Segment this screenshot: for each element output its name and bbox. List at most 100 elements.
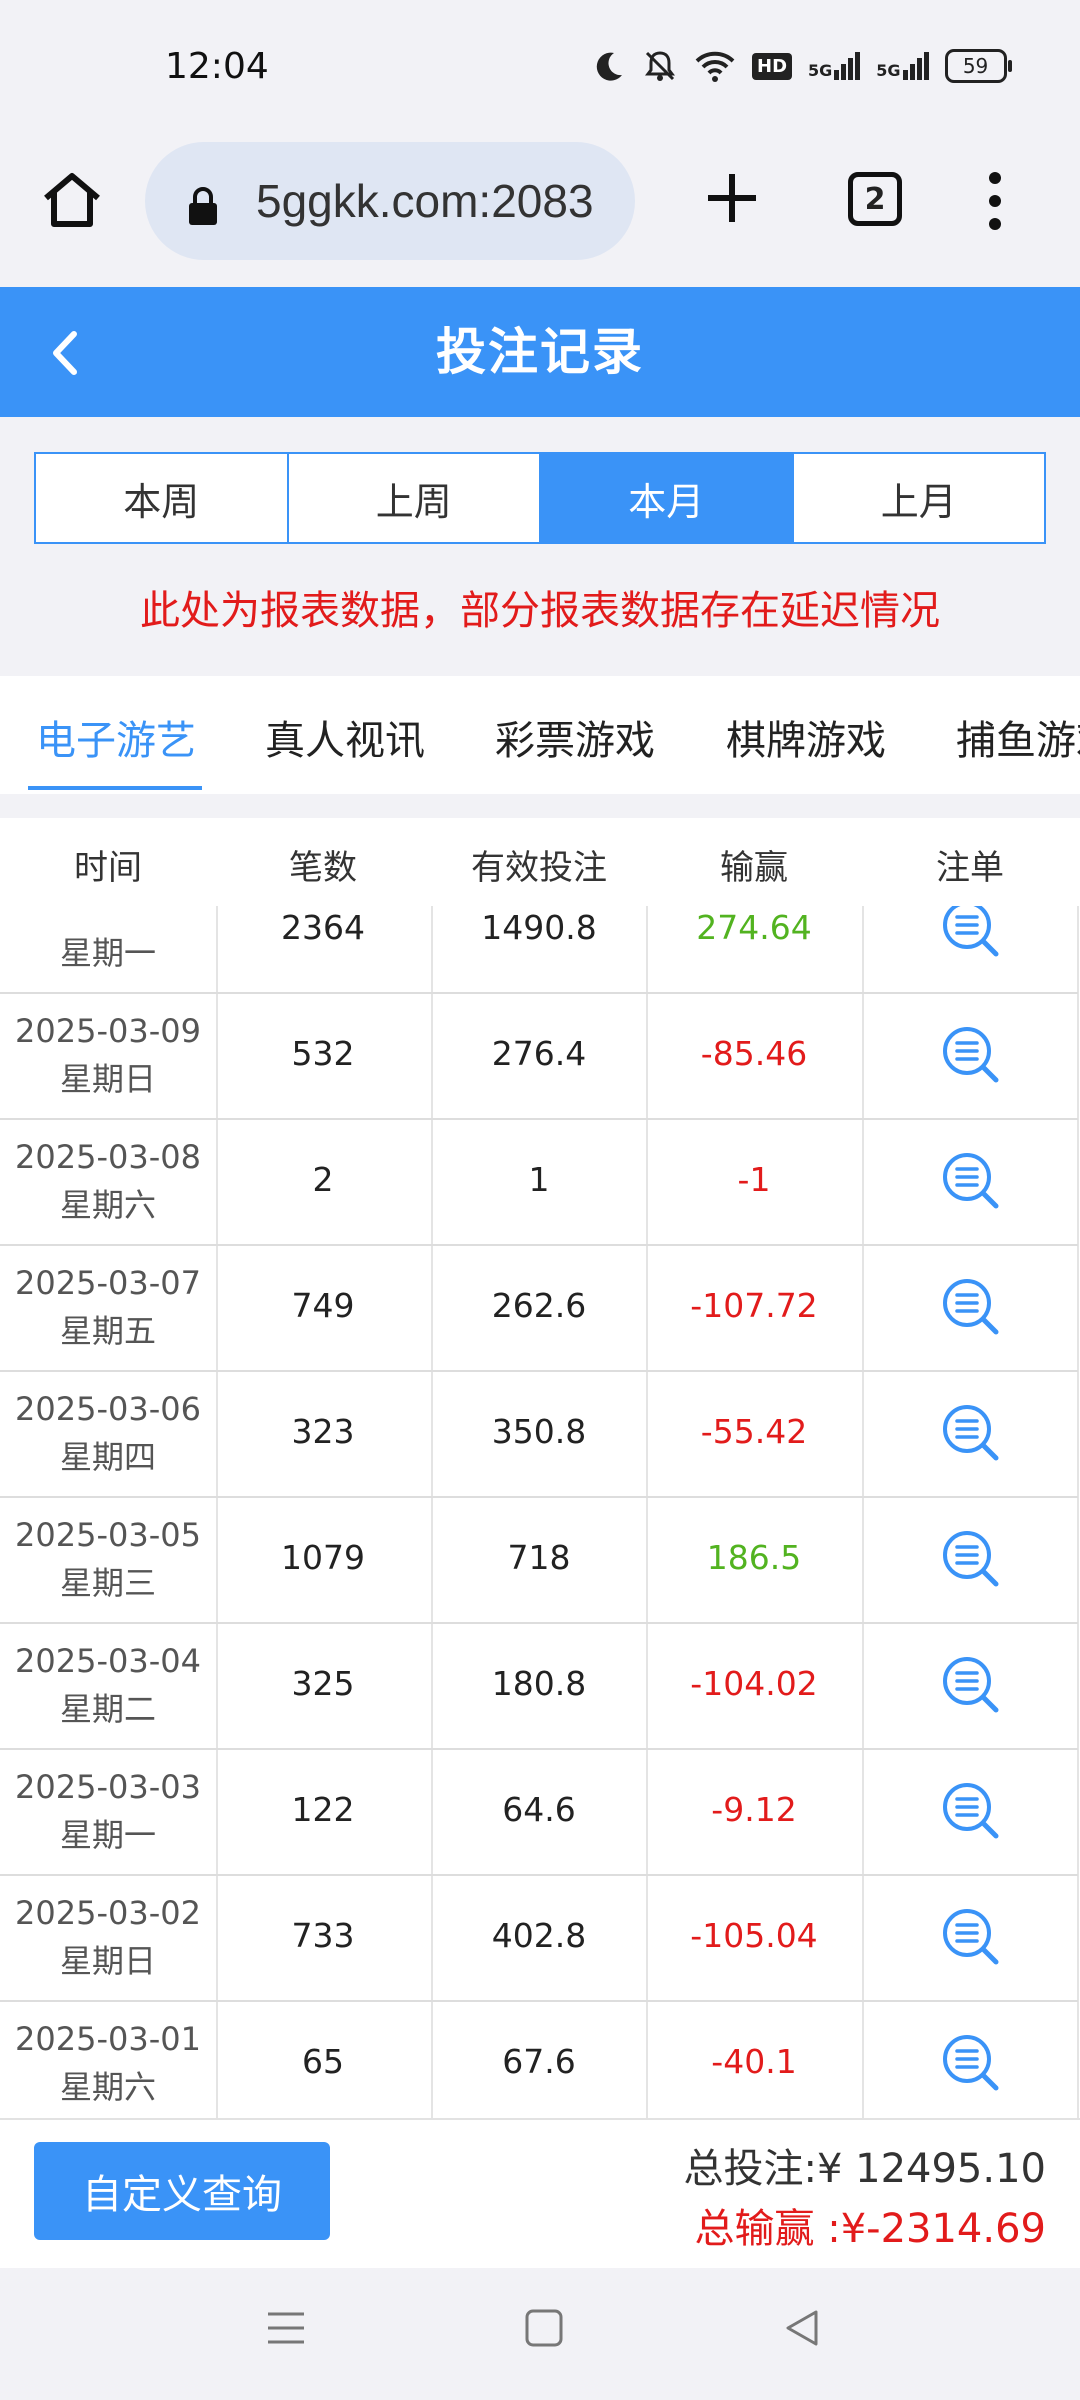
- notice-text: 此处为报表数据，部分报表数据存在延迟情况: [140, 588, 940, 634]
- col-valid-bet: 有效投注: [471, 848, 607, 888]
- row-count: 532: [291, 1034, 355, 1073]
- view-detail-icon[interactable]: [940, 906, 1002, 960]
- row-count: 733: [291, 1916, 355, 1955]
- row-weekday: 星期六: [59, 2068, 157, 2106]
- view-detail-icon[interactable]: [940, 1150, 1002, 1212]
- row-date: 2025-03-08: [15, 1138, 201, 1176]
- row-win-loss: -107.72: [690, 1286, 818, 1325]
- wifi-icon: [695, 51, 735, 82]
- home-square-icon[interactable]: [524, 2308, 564, 2348]
- bell-off-icon: [645, 51, 675, 81]
- menu-icon[interactable]: [266, 2308, 306, 2348]
- tab-this-month[interactable]: 本月: [541, 454, 794, 542]
- tab-last-week[interactable]: 上周: [289, 454, 541, 542]
- lock-icon: [189, 187, 217, 225]
- moon-icon: [596, 52, 622, 81]
- col-count: 笔数: [289, 848, 357, 888]
- row-count: 325: [291, 1664, 355, 1703]
- system-nav-bar: [0, 2268, 1080, 2400]
- custom-query-button[interactable]: 自定义查询: [34, 2142, 330, 2240]
- view-detail-icon[interactable]: [940, 1654, 1002, 1716]
- col-detail: 注单: [936, 848, 1004, 888]
- table-row: 2025-03-09 星期日 532 276.4 -85.46: [0, 992, 1078, 1120]
- page-title: 投注记录: [436, 323, 644, 381]
- url-text: 5ggkk.com:2083: [256, 175, 594, 227]
- row-weekday: 星期四: [59, 1438, 157, 1476]
- row-valid-bet: 262.6: [491, 1286, 587, 1325]
- tab-live-video[interactable]: 真人视讯: [265, 708, 425, 766]
- row-valid-bet: 402.8: [491, 1916, 587, 1955]
- table-row: 2025-03-03 星期一 122 64.6 -9.12: [0, 1748, 1078, 1876]
- tab-chess-card[interactable]: 棋牌游戏: [726, 708, 886, 766]
- row-count: 2: [312, 1160, 334, 1199]
- table-row: 2025-03-02 星期日 733 402.8 -105.04: [0, 1874, 1078, 2002]
- total-win-loss: 总输赢 :¥-2314.69: [694, 2206, 1046, 2252]
- view-detail-icon[interactable]: [940, 1024, 1002, 1086]
- table-row: 2025-03-08 星期六 2 1 -1: [0, 1118, 1078, 1246]
- view-detail-icon[interactable]: [940, 1402, 1002, 1464]
- row-win-loss: -55.42: [700, 1412, 808, 1451]
- period-tabs: 本周 上周 本月 上月: [34, 452, 1046, 544]
- row-valid-bet: 718: [507, 1538, 571, 1577]
- row-weekday: 星期六: [59, 1186, 157, 1224]
- tab-fishing[interactable]: 捕鱼游戏: [956, 708, 1080, 766]
- tab-count: 2: [864, 181, 886, 217]
- col-time: 时间: [74, 848, 142, 888]
- table-row: 2025-03-06 星期四 323 350.8 -55.42: [0, 1370, 1078, 1498]
- battery-icon: 59: [944, 49, 1012, 83]
- table-body[interactable]: 星期一 2364 1490.8 274.64 2025-03-09 星期日 532 276.4…: [0, 906, 1080, 2118]
- row-weekday: 星期一: [59, 934, 157, 972]
- row-count: 122: [291, 1790, 355, 1829]
- back-triangle-icon[interactable]: [782, 2308, 822, 2348]
- row-weekday: 星期三: [59, 1564, 157, 1602]
- row-date: 2025-03-06: [15, 1390, 201, 1428]
- status-time: 12:04: [165, 46, 269, 87]
- row-weekday: 星期二: [59, 1690, 157, 1728]
- row-count: 2364: [281, 908, 365, 947]
- view-detail-icon[interactable]: [940, 1276, 1002, 1338]
- row-valid-bet: 67.6: [502, 2042, 576, 2081]
- row-weekday: 星期五: [59, 1312, 157, 1350]
- signal-5g-2-icon: 5G: [876, 52, 929, 80]
- row-valid-bet: 276.4: [491, 1034, 587, 1073]
- row-win-loss: -1: [737, 1160, 771, 1199]
- row-valid-bet: 1: [528, 1160, 550, 1199]
- view-detail-icon[interactable]: [940, 1906, 1002, 1968]
- row-valid-bet: 1490.8: [481, 908, 597, 947]
- row-win-loss: -104.02: [690, 1664, 818, 1703]
- tab-switcher-button[interactable]: 2: [848, 172, 902, 226]
- battery-level: 59: [962, 54, 989, 78]
- signal-5g-1-icon: 5G: [808, 52, 861, 80]
- row-weekday: 星期日: [59, 1060, 157, 1098]
- row-valid-bet: 180.8: [491, 1664, 587, 1703]
- total-bet: 总投注:¥ 12495.10: [683, 2146, 1047, 2192]
- row-count: 1079: [281, 1538, 365, 1577]
- tab-lottery[interactable]: 彩票游戏: [495, 708, 655, 766]
- table-row: 星期一 2364 1490.8 274.64: [0, 906, 1078, 994]
- table-row: 2025-03-05 星期三 1079 718 186.5: [0, 1496, 1078, 1624]
- table-row: 2025-03-04 星期二 325 180.8 -104.02: [0, 1622, 1078, 1750]
- row-date: 2025-03-09: [15, 1012, 201, 1050]
- row-count: 323: [291, 1412, 355, 1451]
- status-icons: HD 5G 5G 59: [592, 48, 1012, 84]
- row-win-loss: 186.5: [706, 1538, 802, 1577]
- tab-last-month[interactable]: 上月: [794, 454, 1045, 542]
- tab-this-week[interactable]: 本周: [36, 454, 289, 542]
- row-win-loss: -105.04: [690, 1916, 818, 1955]
- row-count: 65: [302, 2042, 344, 2081]
- tab-electronic-games[interactable]: 电子游艺: [36, 708, 196, 766]
- hd-badge: HD: [752, 52, 793, 80]
- new-tab-icon[interactable]: [700, 166, 764, 230]
- network-label-1: 5G: [808, 61, 833, 80]
- home-icon[interactable]: [40, 168, 104, 232]
- more-options-icon[interactable]: [980, 170, 1010, 232]
- row-win-loss: -9.12: [711, 1790, 797, 1829]
- row-date: 2025-03-07: [15, 1264, 201, 1302]
- view-detail-icon[interactable]: [940, 1780, 1002, 1842]
- table-row: 2025-03-07 星期五 749 262.6 -107.72: [0, 1244, 1078, 1372]
- row-date: 2025-03-05: [15, 1516, 201, 1554]
- row-win-loss: -40.1: [711, 2042, 797, 2081]
- view-detail-icon[interactable]: [940, 2032, 1002, 2094]
- view-detail-icon[interactable]: [940, 1528, 1002, 1590]
- col-win-loss: 输赢: [720, 848, 788, 888]
